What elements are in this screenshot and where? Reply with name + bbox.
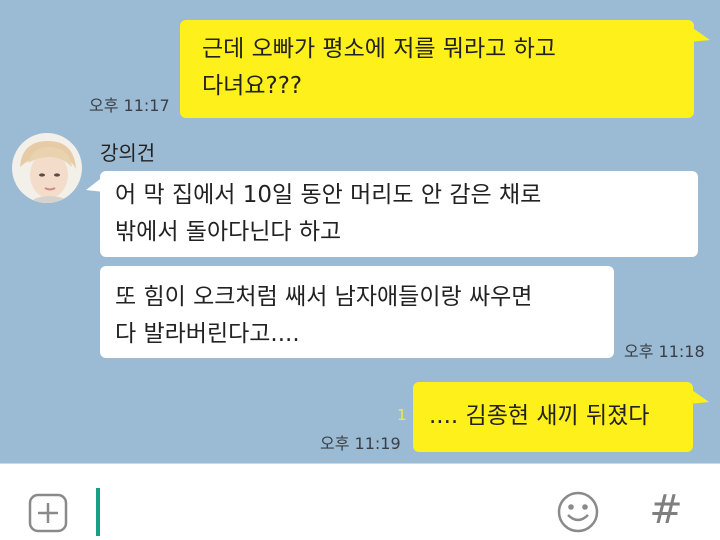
my-message-bubble[interactable]: 근데 오빠가 평소에 저를 뭐라고 하고 다녀요??? (180, 20, 694, 118)
unread-count: 1 (397, 406, 407, 424)
message-input-cursor[interactable] (96, 488, 100, 536)
bubble-tail (690, 26, 710, 42)
input-bar: # (0, 463, 720, 540)
my-message-bubble[interactable]: .... 김종현 새끼 뒤졌다 (413, 382, 693, 452)
plus-square-icon[interactable] (28, 493, 68, 533)
chat-area: 근데 오빠가 평소에 저를 뭐라고 하고 다녀요??? 오후 11:17 강의건… (0, 0, 720, 463)
message-text: .... 김종현 새끼 뒤졌다 (429, 403, 650, 429)
message-text: 또 힘이 오크처럼 쌔서 남자애들이랑 싸우면 다 발라버린다고.... (115, 284, 533, 347)
their-message-bubble[interactable]: 또 힘이 오크처럼 쌔서 남자애들이랑 싸우면 다 발라버린다고.... (100, 266, 614, 358)
message-text: 근데 오빠가 평소에 저를 뭐라고 하고 다녀요??? (202, 36, 556, 99)
bubble-tail (689, 388, 709, 404)
message-time: 오후 11:18 (624, 342, 705, 361)
avatar[interactable] (12, 133, 82, 203)
their-message-bubble[interactable]: 어 막 집에서 10일 동안 머리도 안 감은 채로 밖에서 돌아다닌다 하고 (100, 171, 698, 257)
sender-name: 강의건 (100, 141, 156, 165)
smiley-icon[interactable] (556, 490, 600, 534)
hash-button[interactable]: # (646, 486, 686, 534)
message-text: 어 막 집에서 10일 동안 머리도 안 감은 채로 밖에서 돌아다닌다 하고 (115, 182, 542, 245)
message-time: 오후 11:19 (320, 434, 401, 453)
message-time: 오후 11:17 (89, 96, 170, 115)
